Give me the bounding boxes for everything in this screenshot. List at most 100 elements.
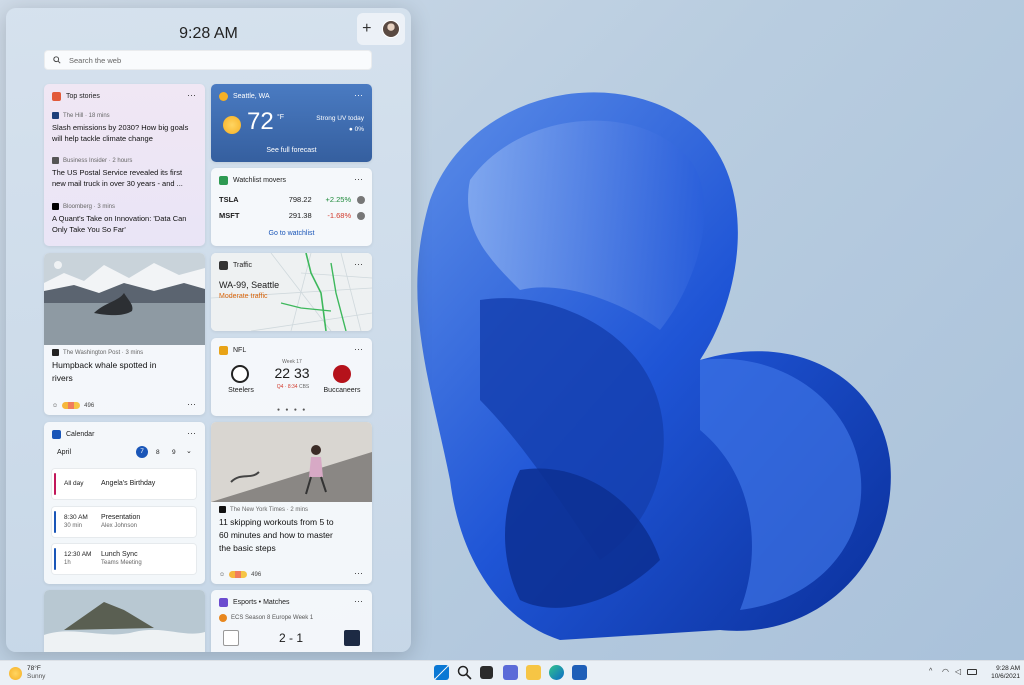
story-body: The New York Times · 2 mins 11 skipping … <box>219 506 365 555</box>
wifi-icon[interactable]: ◠ <box>942 667 949 676</box>
volume-icon[interactable]: ◁ <box>955 667 961 676</box>
calendar-day[interactable]: 9 <box>172 449 176 456</box>
more-options-button[interactable]: ··· <box>187 428 196 438</box>
full-forecast-link[interactable]: See full forecast <box>211 147 372 154</box>
add-widget-button[interactable]: + <box>362 21 371 37</box>
reaction-count: 496 <box>251 571 262 578</box>
story-title-line: The US Postal Service revealed its first <box>52 168 183 177</box>
panel-clock: 9:28 AM <box>179 25 238 42</box>
panel-actions: + <box>357 13 405 45</box>
chevron-down-icon[interactable]: ⌄ <box>186 447 192 455</box>
search-icon[interactable] <box>457 665 472 680</box>
mountain-image <box>44 590 205 652</box>
card-title: Watchlist movers <box>233 177 287 184</box>
weather-details: Strong UV today ● 0% <box>316 113 364 135</box>
publisher-logo-icon <box>52 112 59 119</box>
mountain-story-card[interactable] <box>44 590 205 652</box>
taskbar-weather[interactable]: 78°F Sunny <box>27 665 45 681</box>
start-icon[interactable] <box>434 665 449 680</box>
story-source: The Washington Post · 3 mins <box>63 349 144 356</box>
esports-event: ECS Season 8 Europe Week 1 <box>219 614 313 622</box>
battery-icon[interactable] <box>967 669 977 675</box>
calendar-day-selected[interactable]: 7 <box>136 446 148 458</box>
more-options-button[interactable]: ··· <box>354 174 363 184</box>
more-options-button[interactable]: ··· <box>354 568 363 578</box>
taskbar-date: 10/6/2021 <box>991 673 1020 680</box>
teams-chat-icon[interactable] <box>503 665 518 680</box>
search-placeholder: Search the web <box>69 55 122 65</box>
calendar-icon <box>52 430 61 439</box>
store-icon[interactable] <box>572 665 587 680</box>
more-options-button[interactable]: ··· <box>354 259 363 269</box>
team-logo-icon <box>223 630 239 646</box>
whale-story-card[interactable]: The Washington Post · 3 mins Humpback wh… <box>44 253 205 415</box>
partly-sunny-icon <box>219 92 228 101</box>
watchlist-card[interactable]: Watchlist movers ··· TSLA 798.22 +2.25% … <box>211 168 372 246</box>
more-options-button[interactable]: ··· <box>354 90 363 100</box>
add-reaction-icon: ☺ <box>219 571 226 578</box>
temperature-unit: °F <box>277 114 285 121</box>
whale-image <box>44 253 205 345</box>
more-options-button[interactable]: ··· <box>354 596 363 606</box>
chevron-up-icon[interactable]: ^ <box>929 668 932 675</box>
search-input[interactable]: Search the web <box>44 50 372 70</box>
weather-location: Seattle, WA <box>233 93 270 100</box>
carousel-dots[interactable]: ● ● ● ● <box>277 407 307 413</box>
weather-temperature: 72 <box>247 108 274 135</box>
esports-card[interactable]: Esports • Matches ··· ECS Season 8 Europ… <box>211 590 372 652</box>
steelers-logo-icon <box>231 365 249 383</box>
weather-sun-icon[interactable] <box>9 667 22 680</box>
taskbar: 78°F Sunny ^ ◠ ◁ 9:28 AM 10/6/2021 <box>0 660 1024 685</box>
reaction-emojis-icon <box>62 402 81 409</box>
stock-row[interactable]: MSFT 291.38 -1.68% <box>219 211 366 220</box>
card-title: NFL <box>233 347 247 354</box>
card-title: Top stories <box>66 93 100 100</box>
story-title-line: new mail truck in over 30 years - and ..… <box>52 179 183 188</box>
game-clock: Q4 · 8:34 <box>276 384 298 390</box>
buccaneers-logo-icon <box>333 365 351 383</box>
stock-row[interactable]: TSLA 798.22 +2.25% <box>219 195 366 204</box>
nfl-scores-card[interactable]: NFL ··· Steelers Week 17 22 33 Q4 · 8:34… <box>211 338 372 416</box>
trophy-icon <box>219 346 228 355</box>
task-view-icon[interactable] <box>480 666 493 679</box>
calendar-day[interactable]: 8 <box>156 449 160 456</box>
reactions-bar[interactable]: ☺ 496 <box>52 402 94 409</box>
calendar-month: April <box>57 449 72 456</box>
event-detail: Alex Johnson <box>101 523 138 529</box>
weather-card[interactable]: Seattle, WA ··· 72 °F Strong UV today ● … <box>211 84 372 162</box>
avatar[interactable] <box>381 20 400 38</box>
event-time: All day <box>64 480 84 487</box>
event-color-bar <box>54 473 56 495</box>
more-options-button[interactable]: ··· <box>187 399 196 409</box>
event-duration: 1h <box>64 560 71 566</box>
precipitation: 0% <box>354 126 364 133</box>
stock-price: 291.38 <box>288 211 312 220</box>
event-name: ECS Season 8 Europe Week 1 <box>231 615 314 621</box>
story-item[interactable]: The Hill · 18 mins Slash emissions by 20… <box>52 112 198 144</box>
reaction-count: 496 <box>84 402 95 409</box>
story-item[interactable]: Bloomberg · 3 mins A Quant's Take on Inn… <box>52 203 198 235</box>
story-item[interactable]: Business Insider · 2 hours The US Postal… <box>52 157 198 189</box>
traffic-card[interactable]: Traffic ··· WA-99, Seattle Moderate traf… <box>211 253 372 331</box>
more-options-button[interactable]: ··· <box>354 344 363 354</box>
publisher-logo-icon <box>52 203 59 210</box>
story-title-line: Only Take You So Far' <box>52 225 126 234</box>
calendar-event[interactable]: All day Angela's Birthday <box>52 469 196 499</box>
top-stories-card[interactable]: Top stories ··· The Hill · 18 mins Slash… <box>44 84 205 246</box>
reactions-bar[interactable]: ☺ 496 <box>219 571 261 578</box>
story-title-line: Slash emissions by 2030? How big goals <box>52 123 189 132</box>
publisher-logo-icon <box>52 349 59 356</box>
calendar-event[interactable]: 8:30 AM 30 min Presentation Alex Johnson <box>52 507 196 537</box>
skipping-story-card[interactable]: The New York Times · 2 mins 11 skipping … <box>211 422 372 584</box>
file-explorer-icon[interactable] <box>526 665 541 680</box>
away-score: 33 <box>293 365 310 381</box>
calendar-card[interactable]: Calendar ··· April 7 8 9 ⌄ All day Angel… <box>44 422 205 584</box>
traffic-road: WA-99, Seattle <box>219 280 280 290</box>
tournament-icon <box>219 614 227 622</box>
check-icon <box>357 211 366 220</box>
watchlist-link[interactable]: Go to watchlist <box>211 230 372 237</box>
edge-browser-icon[interactable] <box>549 665 564 680</box>
taskbar-clock[interactable]: 9:28 AM 10/6/2021 <box>980 665 1020 681</box>
more-options-button[interactable]: ··· <box>187 90 196 100</box>
calendar-event[interactable]: 12:30 AM 1h Lunch Sync Teams Meeting <box>52 544 196 574</box>
